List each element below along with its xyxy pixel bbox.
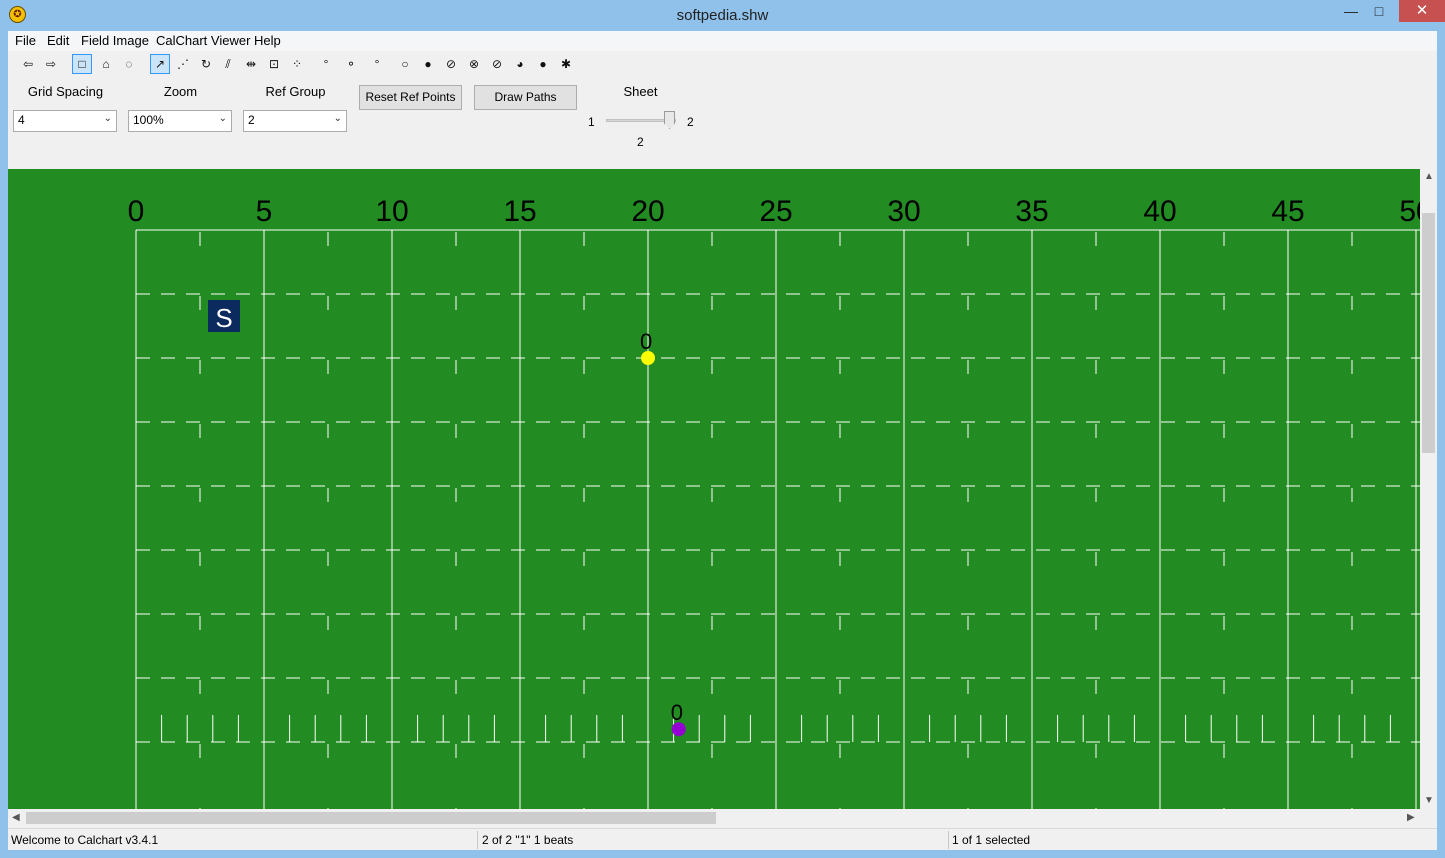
grid-spacing-value: 4 (18, 113, 25, 127)
symbol-slash-icon[interactable]: ⊘ (441, 54, 461, 74)
size-icon[interactable]: ⊡ (264, 54, 284, 74)
scroll-right-icon[interactable]: ▶ (1407, 812, 1415, 823)
reset-ref-points-button[interactable]: Reset Ref Points (359, 85, 462, 110)
sheet-min-label: 1 (588, 115, 595, 129)
symbol-x-icon[interactable]: ⊗ (464, 54, 484, 74)
zoom-label: Zoom (163, 84, 198, 99)
ref-group-value: 2 (248, 113, 255, 127)
select-lasso-icon[interactable]: ◌ (119, 54, 139, 74)
chevron-down-icon: ⌄ (218, 113, 227, 124)
minimize-button[interactable]: — (1336, 0, 1366, 22)
sheet-current-label: 2 (637, 135, 644, 149)
menu-help[interactable]: Help (254, 33, 281, 48)
status-selection: 1 of 1 selected (952, 833, 1031, 847)
client-area: File Edit Field Image CalChart Viewer He… (8, 31, 1437, 850)
field-canvas[interactable]: 0 5 10 15 20 25 30 35 40 45 50 S 0 0 (8, 169, 1420, 809)
sheet-max-label: 2 (687, 115, 694, 129)
yard-number-label: 45 (1271, 195, 1304, 228)
grid-spacing-label: Grid Spacing (27, 84, 104, 99)
scroll-left-icon[interactable]: ◀ (12, 812, 20, 823)
yard-number-label: 35 (1015, 195, 1048, 228)
scroll-up-icon[interactable]: ▲ (1424, 171, 1434, 182)
draw-paths-button[interactable]: Draw Paths (474, 85, 577, 110)
menu-file[interactable]: File (15, 33, 36, 48)
field-drawing: 0 5 10 15 20 25 30 35 40 45 50 S 0 0 (128, 195, 1420, 809)
maximize-button[interactable]: □ (1364, 0, 1394, 22)
menu-field-image[interactable]: Field Image (81, 33, 149, 48)
zoom-select[interactable]: 100% ⌄ (128, 110, 232, 132)
menu-edit[interactable]: Edit (47, 33, 69, 48)
symbol-sol-slash-icon[interactable]: ◕ (510, 54, 530, 74)
label-right-icon[interactable]: ° (367, 54, 387, 74)
yard-number-label: 40 (1143, 195, 1176, 228)
yard-number-label: 0 (128, 195, 145, 228)
select-poly-icon[interactable]: ⌂ (96, 54, 116, 74)
chevron-down-icon: ⌄ (103, 113, 112, 124)
next-sheet-icon[interactable]: ⇨ (41, 54, 61, 74)
yard-number-label: 10 (375, 195, 408, 228)
vertical-scroll-thumb[interactable] (1422, 213, 1435, 453)
yard-number-label: 15 (503, 195, 536, 228)
sheet-label: Sheet (623, 84, 658, 99)
title-bar: ✪ softpedia.shw — □ ✕ (0, 0, 1445, 30)
close-button[interactable]: ✕ (1399, 0, 1445, 22)
ref-group-label: Ref Group (265, 84, 326, 99)
symbol-sol-icon[interactable]: ● (418, 54, 438, 74)
prev-sheet-icon[interactable]: ⇦ (18, 54, 38, 74)
select-box-icon[interactable]: □ (72, 54, 92, 74)
menu-bar: File Edit Field Image CalChart Viewer He… (8, 31, 1437, 51)
symbol-sol-x-icon[interactable]: ✱ (556, 54, 576, 74)
genius-icon[interactable]: ⁘ (287, 54, 307, 74)
status-bar: Welcome to Calchart v3.4.1 2 of 2 "1" 1 … (8, 828, 1437, 850)
yard-number-label: 5 (256, 195, 273, 228)
label-left-icon[interactable]: ° (316, 54, 336, 74)
marcher-label: 0 (640, 329, 652, 354)
calchart-window: ✪ softpedia.shw — □ ✕ File Edit Field Im… (0, 0, 1445, 858)
yard-number-label: 20 (631, 195, 664, 228)
status-beats: 2 of 2 "1" 1 beats (482, 833, 574, 847)
zoom-value: 100% (133, 113, 164, 127)
status-divider (948, 831, 949, 849)
grid-spacing-select[interactable]: 4 ⌄ (13, 110, 117, 132)
horizontal-scroll-thumb[interactable] (26, 812, 716, 824)
controls-panel: Grid Spacing 4 ⌄ Zoom 100% ⌄ Ref Group 2… (8, 77, 1437, 169)
symbol-plain-icon[interactable]: ○ (395, 54, 415, 74)
status-divider (477, 831, 478, 849)
yard-number-label: 50 (1399, 195, 1420, 228)
rotate-icon[interactable]: ↻ (196, 54, 216, 74)
chevron-down-icon: ⌄ (333, 113, 342, 124)
yard-number-label: 30 (887, 195, 920, 228)
toolbar: ⇦ ⇨ □ ⌂ ◌ ↗ ⋰ ↻ ⫽ ⇹ ⊡ ⁘ ° ⚬ ° ○ ● ⊘ ⊗ ⊘ ◕ ● ✱ (8, 52, 1437, 76)
line-icon[interactable]: ⋰ (173, 54, 193, 74)
yard-number-label: 25 (759, 195, 792, 228)
vertical-scrollbar[interactable]: ▲ ▼ (1420, 169, 1437, 809)
scroll-down-icon[interactable]: ▼ (1424, 795, 1434, 806)
symbol-sol-backslash-icon[interactable]: ● (533, 54, 553, 74)
reflect-icon[interactable]: ⇹ (241, 54, 261, 74)
move-icon[interactable]: ↗ (150, 54, 170, 74)
sheet-marker-letter: S (215, 303, 232, 333)
label-flip-icon[interactable]: ⚬ (341, 54, 361, 74)
window-title: softpedia.shw (676, 7, 769, 24)
symbol-slash-x-icon[interactable]: ⊘ (487, 54, 507, 74)
status-welcome: Welcome to Calchart v3.4.1 (11, 833, 159, 847)
menu-calchart-viewer[interactable]: CalChart Viewer (156, 33, 250, 48)
shear-icon[interactable]: ⫽ (218, 54, 238, 74)
horizontal-scrollbar[interactable]: ◀ ▶ (8, 809, 1420, 827)
ref-group-select[interactable]: 2 ⌄ (243, 110, 347, 132)
marcher-label: 0 (671, 700, 683, 725)
